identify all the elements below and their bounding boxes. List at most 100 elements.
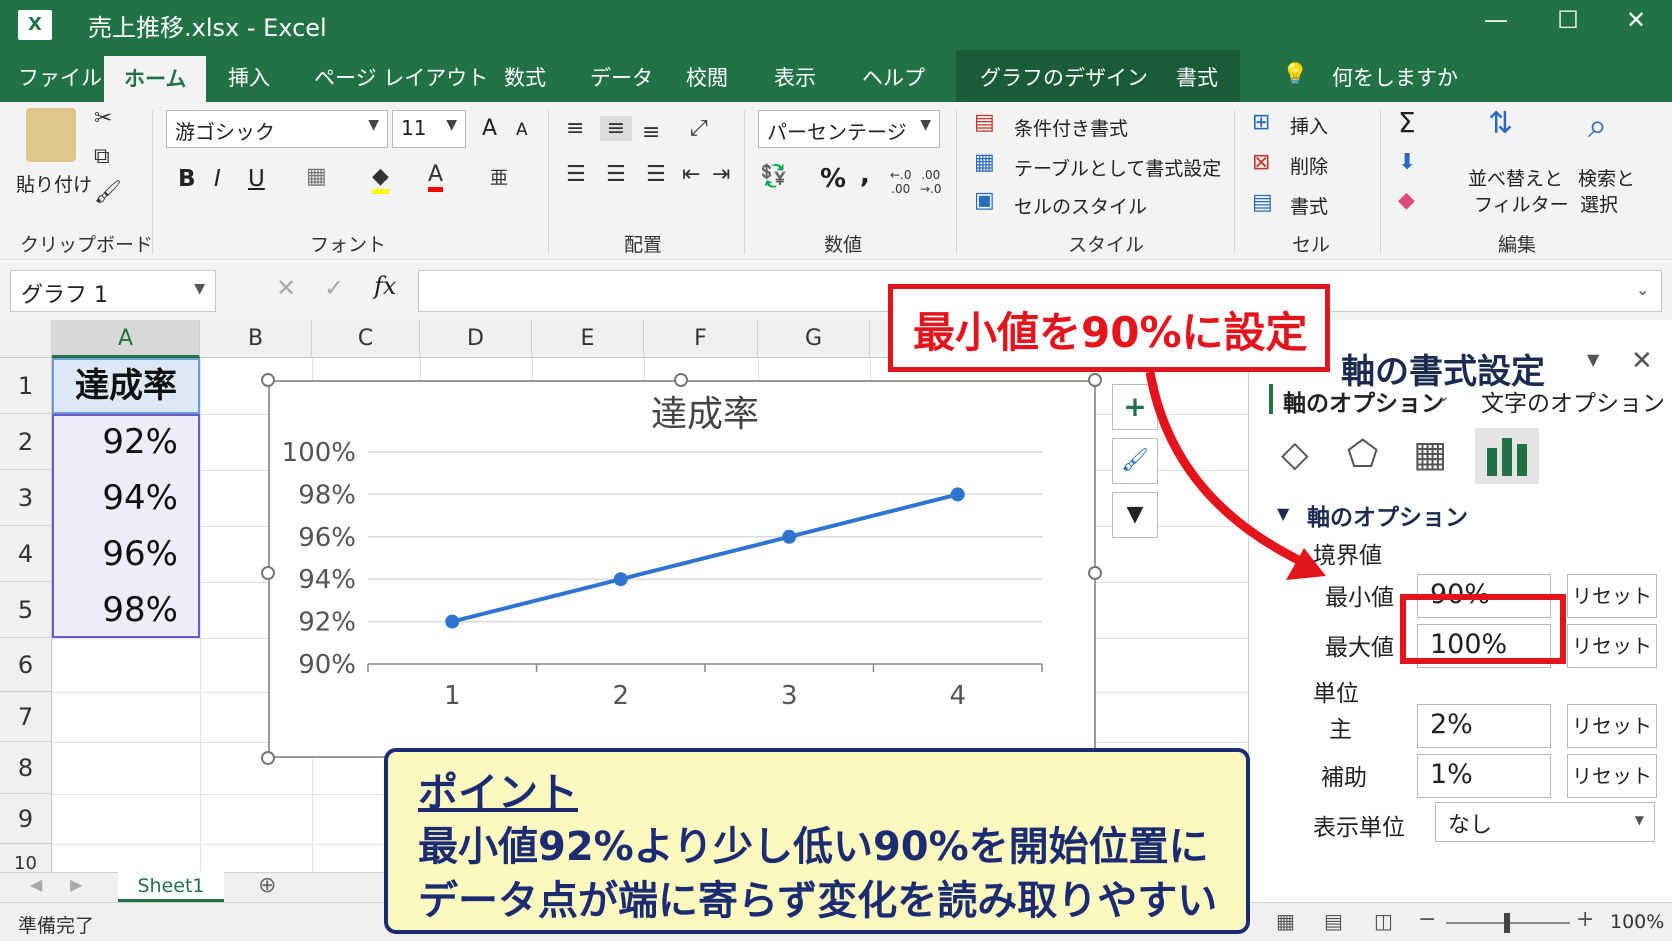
- resize-handle[interactable]: [261, 373, 275, 387]
- percent-style-button[interactable]: %: [820, 164, 846, 194]
- enter-icon[interactable]: ✓: [324, 274, 344, 302]
- format-as-table-button[interactable]: テーブルとして書式設定: [1014, 154, 1221, 181]
- paste-icon[interactable]: [26, 108, 76, 162]
- find-select-label-2[interactable]: 選択: [1580, 190, 1618, 217]
- number-format-select[interactable]: パーセンテージ ▼: [758, 110, 940, 148]
- insert-function-button[interactable]: fx: [374, 272, 396, 300]
- lightbulb-icon[interactable]: 💡: [1282, 62, 1308, 102]
- page-layout-view-icon[interactable]: ▤: [1324, 909, 1343, 933]
- format-cells-button[interactable]: 書式: [1290, 192, 1328, 219]
- row-header[interactable]: 10: [0, 844, 52, 872]
- min-reset-button[interactable]: リセット: [1567, 574, 1657, 618]
- fill-color-icon[interactable]: ◆: [372, 164, 389, 194]
- decrease-indent-icon[interactable]: ⇤: [682, 162, 700, 187]
- align-right-icon[interactable]: ☰: [646, 162, 666, 187]
- major-reset-button[interactable]: リセット: [1567, 704, 1657, 748]
- column-header[interactable]: B: [200, 320, 312, 358]
- row-header[interactable]: 9: [0, 794, 52, 844]
- prev-sheet-icon[interactable]: ◀: [30, 875, 42, 894]
- row-header[interactable]: 6: [0, 638, 52, 692]
- tell-me-search[interactable]: 何をしますか: [1332, 62, 1458, 102]
- add-sheet-icon[interactable]: ⊕: [258, 873, 276, 898]
- tab-text-options[interactable]: 文字のオプション: [1481, 384, 1665, 418]
- sort-filter-icon[interactable]: ⇅: [1488, 106, 1513, 141]
- chart-area[interactable]: 達成率 100% 98% 96% 94% 92% 90% 1 2 3 4: [268, 380, 1096, 758]
- chevron-down-icon[interactable]: ⌄: [1437, 386, 1450, 405]
- copy-icon[interactable]: ⧉: [94, 144, 110, 169]
- insert-cells-icon[interactable]: ⊞: [1252, 110, 1270, 135]
- name-box[interactable]: グラフ 1 ▼: [10, 270, 216, 312]
- tab-page-layout[interactable]: ページ レイアウト: [314, 62, 488, 102]
- delete-cells-icon[interactable]: ⊠: [1252, 150, 1270, 175]
- tab-chart-design[interactable]: グラフのデザイン: [980, 62, 1148, 102]
- paste-button[interactable]: 貼り付け: [16, 170, 92, 197]
- sort-filter-label-1[interactable]: 並べ替えと: [1468, 164, 1563, 191]
- border-icon[interactable]: ▦: [306, 164, 327, 189]
- tab-view[interactable]: 表示: [774, 62, 816, 102]
- zoom-level[interactable]: 100%: [1610, 911, 1664, 933]
- major-unit-input[interactable]: 2%: [1417, 704, 1551, 748]
- autosum-button[interactable]: Σ: [1398, 106, 1416, 139]
- delete-cells-button[interactable]: 削除: [1290, 152, 1328, 179]
- orientation-icon[interactable]: ⤢: [690, 116, 708, 141]
- row-header[interactable]: 7: [0, 692, 52, 742]
- insert-cells-button[interactable]: 挿入: [1290, 112, 1328, 139]
- tab-home[interactable]: ホーム: [104, 56, 207, 102]
- row-header[interactable]: 1: [0, 358, 52, 414]
- fill-icon[interactable]: ⬇: [1398, 150, 1416, 175]
- column-header[interactable]: F: [644, 320, 758, 358]
- sort-filter-label-2[interactable]: フィルター: [1474, 190, 1569, 217]
- tab-review[interactable]: 校閲: [686, 62, 728, 102]
- decrease-decimal-icon[interactable]: .00 →.0: [920, 168, 942, 196]
- minor-unit-input[interactable]: 1%: [1417, 754, 1551, 798]
- size-properties-icon[interactable]: ▦: [1413, 434, 1447, 475]
- increase-indent-icon[interactable]: ⇥: [712, 162, 730, 187]
- resize-handle[interactable]: [674, 373, 688, 387]
- font-color-icon[interactable]: A: [428, 162, 444, 192]
- font-size-select[interactable]: 11 ▼: [392, 110, 466, 148]
- row-header[interactable]: 3: [0, 470, 52, 526]
- pane-options-icon[interactable]: ▼: [1587, 350, 1599, 369]
- align-top-icon[interactable]: ≡: [566, 116, 584, 141]
- axis-options-tab-icon[interactable]: [1475, 428, 1539, 484]
- column-header[interactable]: G: [758, 320, 870, 358]
- shrink-font-button[interactable]: A: [516, 120, 528, 140]
- display-units-select[interactable]: なし ▼: [1435, 802, 1655, 842]
- cell-styles-icon[interactable]: ▣: [974, 188, 995, 213]
- next-sheet-icon[interactable]: ▶: [70, 875, 82, 894]
- max-reset-button[interactable]: リセット: [1567, 624, 1657, 668]
- column-header[interactable]: D: [420, 320, 532, 358]
- conditional-format-icon[interactable]: ▤: [974, 110, 995, 135]
- zoom-out-icon[interactable]: −: [1418, 907, 1436, 932]
- tab-format[interactable]: 書式: [1176, 62, 1218, 102]
- tab-file[interactable]: ファイル: [18, 62, 102, 102]
- normal-view-icon[interactable]: ▦: [1276, 909, 1295, 933]
- effects-icon[interactable]: ⬠: [1347, 434, 1378, 475]
- pane-close-icon[interactable]: ✕: [1631, 346, 1653, 376]
- format-painter-icon[interactable]: 🖌: [94, 180, 122, 205]
- align-bottom-icon[interactable]: ≡: [642, 120, 660, 145]
- bold-button[interactable]: B: [178, 166, 196, 192]
- column-header[interactable]: C: [312, 320, 420, 358]
- find-select-label-1[interactable]: 検索と: [1578, 164, 1635, 191]
- clear-icon[interactable]: ◆: [1398, 188, 1415, 213]
- phonetic-icon[interactable]: 亜: [490, 164, 508, 190]
- column-header[interactable]: E: [532, 320, 644, 358]
- italic-button[interactable]: I: [214, 166, 221, 192]
- increase-decimal-icon[interactable]: ←.0.00: [890, 168, 912, 196]
- expand-formula-icon[interactable]: ⌄: [1636, 280, 1649, 299]
- row-header[interactable]: 4: [0, 526, 52, 582]
- zoom-in-icon[interactable]: +: [1576, 907, 1594, 932]
- resize-handle[interactable]: [261, 566, 275, 580]
- cell-styles-button[interactable]: セルのスタイル: [1014, 192, 1147, 219]
- format-as-table-icon[interactable]: ▦: [974, 150, 995, 175]
- tab-data[interactable]: データ: [590, 62, 653, 102]
- cut-icon[interactable]: ✂: [94, 106, 112, 131]
- minimize-button[interactable]: —: [1476, 6, 1516, 34]
- align-center-icon[interactable]: ☰: [606, 162, 626, 187]
- underline-button[interactable]: U: [248, 166, 265, 192]
- grow-font-button[interactable]: A: [482, 116, 497, 141]
- minor-reset-button[interactable]: リセット: [1567, 754, 1657, 798]
- currency-icon[interactable]: 💱: [760, 164, 787, 189]
- close-button[interactable]: ✕: [1616, 6, 1656, 34]
